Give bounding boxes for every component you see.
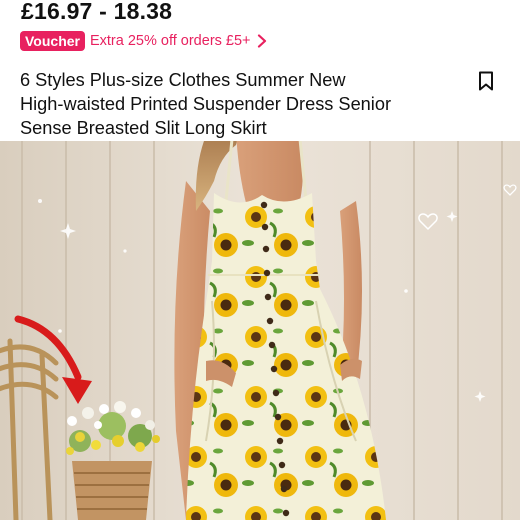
chevron-right-icon: [257, 34, 266, 48]
product-photo[interactable]: [0, 141, 520, 520]
product-title-line: High-waisted Printed Suspender Dress Sen…: [20, 94, 392, 114]
voucher-banner[interactable]: Voucher Extra 25% off orders £5+: [20, 31, 267, 51]
voucher-badge: Voucher: [20, 31, 85, 51]
product-title: 6 Styles Plus-size Clothes Summer New Hi…: [20, 68, 450, 140]
product-detail-screen: £16.97 - 18.38 Voucher Extra 25% off ord…: [0, 0, 520, 520]
product-title-line: Sense Breasted Slit Long Skirt: [20, 118, 267, 138]
product-title-line: 6 Styles Plus-size Clothes Summer New: [20, 70, 346, 90]
product-image: [0, 141, 520, 520]
price-range: £16.97 - 18.38: [21, 0, 173, 24]
voucher-text: Extra 25% off orders £5+: [89, 33, 251, 49]
bookmark-icon[interactable]: [478, 71, 494, 91]
